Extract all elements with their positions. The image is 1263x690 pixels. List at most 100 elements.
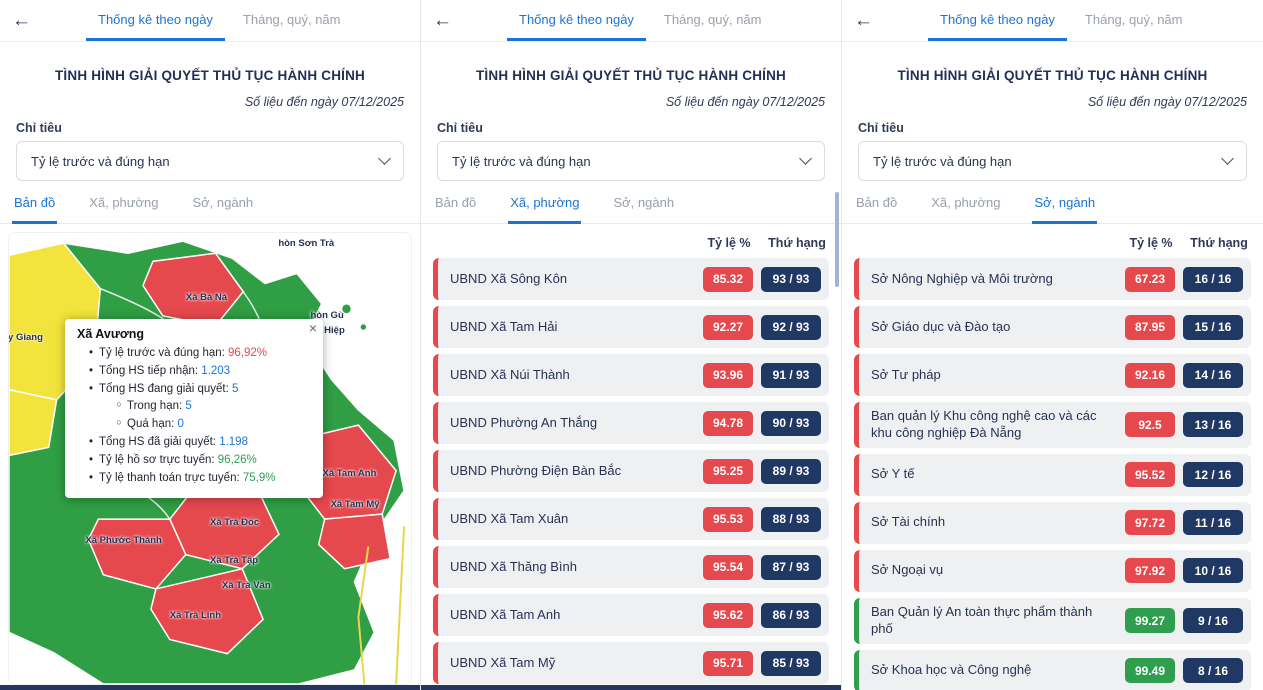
close-icon[interactable]: ×	[309, 321, 317, 335]
column-header-rank: Thứ hạng	[1189, 236, 1249, 250]
bullet-icon: ○	[113, 398, 125, 416]
list-item[interactable]: Sở Tài chính 97.72 11 / 16	[854, 502, 1251, 544]
rank-badge: 8 / 16	[1183, 658, 1243, 683]
list-item[interactable]: Sở Nông Nghiệp và Môi trường 67.23 16 / …	[854, 258, 1251, 300]
tooltip-row: ○ Quá hạn: 0	[77, 416, 311, 434]
rank-badge: 10 / 16	[1183, 558, 1243, 583]
bullet-icon: •	[85, 381, 97, 399]
list-item[interactable]: UBND Xã Tam Anh 95.62 86 / 93	[433, 594, 829, 636]
wards-list: UBND Xã Sông Kôn 85.32 93 / 93 UBND Xã T…	[421, 256, 841, 690]
tooltip-row-value: 5	[185, 400, 191, 412]
back-button[interactable]: ←	[433, 10, 465, 32]
list-item[interactable]: Sở Ngoại vụ 97.92 10 / 16	[854, 550, 1251, 592]
view-tabs: Bản đồ Xã, phường Sở, ngành	[842, 193, 1263, 224]
tooltip-row-text: Quá hạn: 0	[127, 416, 184, 434]
item-name: Sở Tài chính	[871, 514, 1125, 531]
indicator-select-value: Tỷ lệ trước và đúng hạn	[31, 154, 170, 169]
view-tab-departments[interactable]: Sở, ngành	[1032, 193, 1097, 224]
list-item[interactable]: Sở Tư pháp 92.16 14 / 16	[854, 354, 1251, 396]
tooltip-row: • Tỷ lệ trước và đúng hạn: 96,92%	[77, 345, 311, 363]
view-tab-wards[interactable]: Xã, phường	[87, 193, 160, 224]
view-tab-departments[interactable]: Sở, ngành	[190, 193, 255, 224]
rank-badge: 16 / 16	[1183, 267, 1243, 292]
list-item[interactable]: UBND Xã Sông Kôn 85.32 93 / 93	[433, 258, 829, 300]
list-item[interactable]: Sở Khoa học và Công nghệ 99.49 8 / 16	[854, 650, 1251, 690]
tooltip-row-value: 0	[178, 418, 184, 430]
tooltip-row: ○ Trong hạn: 5	[77, 398, 311, 416]
list-item[interactable]: UBND Xã Tam Hải 92.27 92 / 93	[433, 306, 829, 348]
rate-badge: 94.78	[703, 411, 753, 436]
list-item[interactable]: Sở Giáo dục và Đào tạo 87.95 15 / 16	[854, 306, 1251, 348]
view-tab-map[interactable]: Bản đồ	[854, 193, 899, 224]
bottom-bar	[421, 685, 841, 690]
tab-daily-stats[interactable]: Thống kê theo ngày	[507, 0, 646, 41]
rate-badge: 95.62	[703, 603, 753, 628]
bullet-icon: •	[85, 434, 97, 452]
rate-badge: 92.16	[1125, 363, 1175, 388]
tooltip-title: Xã Avương	[77, 327, 311, 341]
indicator-select[interactable]: Tỷ lệ trước và đúng hạn	[437, 141, 825, 181]
topbar: ← Thống kê theo ngày Tháng, quý, năm	[421, 0, 841, 42]
chevron-down-icon	[799, 152, 812, 165]
bullet-icon: •	[85, 363, 97, 381]
tooltip-row-label: Tổng HS đang giải quyết:	[99, 383, 232, 395]
list-item[interactable]: Sở Y tế 95.52 12 / 16	[854, 454, 1251, 496]
list-item[interactable]: Ban quản lý Khu công nghệ cao và các khu…	[854, 402, 1251, 448]
tab-month-quarter-year[interactable]: Tháng, quý, năm	[231, 0, 353, 41]
bullet-icon: •	[85, 345, 97, 363]
indicator-select[interactable]: Tỷ lệ trước và đúng hạn	[858, 141, 1247, 181]
rate-badge: 95.53	[703, 507, 753, 532]
tab-month-quarter-year[interactable]: Tháng, quý, năm	[652, 0, 774, 41]
scrollbar-thumb[interactable]	[835, 192, 839, 287]
list-item[interactable]: UBND Phường An Thắng 94.78 90 / 93	[433, 402, 829, 444]
view-tab-departments[interactable]: Sở, ngành	[611, 193, 676, 224]
indicator-select[interactable]: Tỷ lệ trước và đúng hạn	[16, 141, 404, 181]
tab-daily-stats[interactable]: Thống kê theo ngày	[86, 0, 225, 41]
tooltip-row-text: Tỷ lệ hồ sơ trực tuyến: 96,26%	[99, 452, 257, 470]
list-item[interactable]: UBND Xã Tam Xuân 95.53 88 / 93	[433, 498, 829, 540]
list-item[interactable]: UBND Xã Núi Thành 93.96 91 / 93	[433, 354, 829, 396]
tooltip-row-label: Tỷ lệ hồ sơ trực tuyến:	[99, 454, 218, 466]
rate-badge: 92.5	[1125, 412, 1175, 437]
view-tab-wards[interactable]: Xã, phường	[929, 193, 1002, 224]
back-button[interactable]: ←	[854, 10, 886, 32]
item-name: UBND Xã Sông Kôn	[450, 271, 703, 288]
list-item[interactable]: UBND Xã Thăng Bình 95.54 87 / 93	[433, 546, 829, 588]
back-button[interactable]: ←	[12, 10, 44, 32]
item-name: UBND Phường Điện Bàn Bắc	[450, 463, 703, 480]
list-item[interactable]: UBND Xã Tam Mỹ 95.71 85 / 93	[433, 642, 829, 684]
rank-badge: 93 / 93	[761, 267, 821, 292]
rate-badge: 92.27	[703, 315, 753, 340]
rank-badge: 13 / 16	[1183, 412, 1243, 437]
list-item[interactable]: UBND Phường Điện Bàn Bắc 95.25 89 / 93	[433, 450, 829, 492]
rank-badge: 14 / 16	[1183, 363, 1243, 388]
choropleth-map[interactable]: hòn Sơn TràXã Bà Nàhòn GùXã Tân HiệpTây …	[8, 232, 412, 685]
panel-departments: ← Thống kê theo ngày Tháng, quý, năm TÌN…	[842, 0, 1263, 690]
item-name: UBND Xã Tam Anh	[450, 607, 703, 624]
tooltip-row-text: Tổng HS đã giải quyết: 1.198	[99, 434, 248, 452]
tooltip-row-label: Tổng HS tiếp nhận:	[99, 365, 201, 377]
tab-month-quarter-year[interactable]: Tháng, quý, năm	[1073, 0, 1195, 41]
tooltip-row: • Tổng HS tiếp nhận: 1.203	[77, 363, 311, 381]
bullet-icon: ○	[113, 416, 125, 434]
item-name: UBND Xã Tam Hải	[450, 319, 703, 336]
list-item[interactable]: Ban Quản lý An toàn thực phẩm thành phố …	[854, 598, 1251, 644]
column-header-rate: Tỷ lệ %	[701, 236, 757, 250]
tab-daily-stats[interactable]: Thống kê theo ngày	[928, 0, 1067, 41]
rank-badge: 9 / 16	[1183, 608, 1243, 633]
chevron-down-icon	[378, 152, 391, 165]
tooltip-row: • Tỷ lệ thanh toán trực tuyến: 75,9%	[77, 470, 311, 488]
list-column-headers: Tỷ lệ % Thứ hạng	[842, 224, 1263, 256]
view-tab-map[interactable]: Bản đồ	[12, 193, 57, 224]
item-name: Sở Nông Nghiệp và Môi trường	[871, 271, 1125, 288]
item-name: UBND Xã Thăng Bình	[450, 559, 703, 576]
view-tab-map[interactable]: Bản đồ	[433, 193, 478, 224]
tooltip-row-text: Tổng HS tiếp nhận: 1.203	[99, 363, 230, 381]
rank-badge: 87 / 93	[761, 555, 821, 580]
tooltip-row-text: Trong hạn: 5	[127, 398, 192, 416]
view-tab-wards[interactable]: Xã, phường	[508, 193, 581, 224]
tooltip-row-label: Tổng HS đã giải quyết:	[99, 436, 219, 448]
topbar: ← Thống kê theo ngày Tháng, quý, năm	[0, 0, 420, 42]
item-name: UBND Xã Núi Thành	[450, 367, 703, 384]
panel-map: ← Thống kê theo ngày Tháng, quý, năm TÌN…	[0, 0, 421, 690]
